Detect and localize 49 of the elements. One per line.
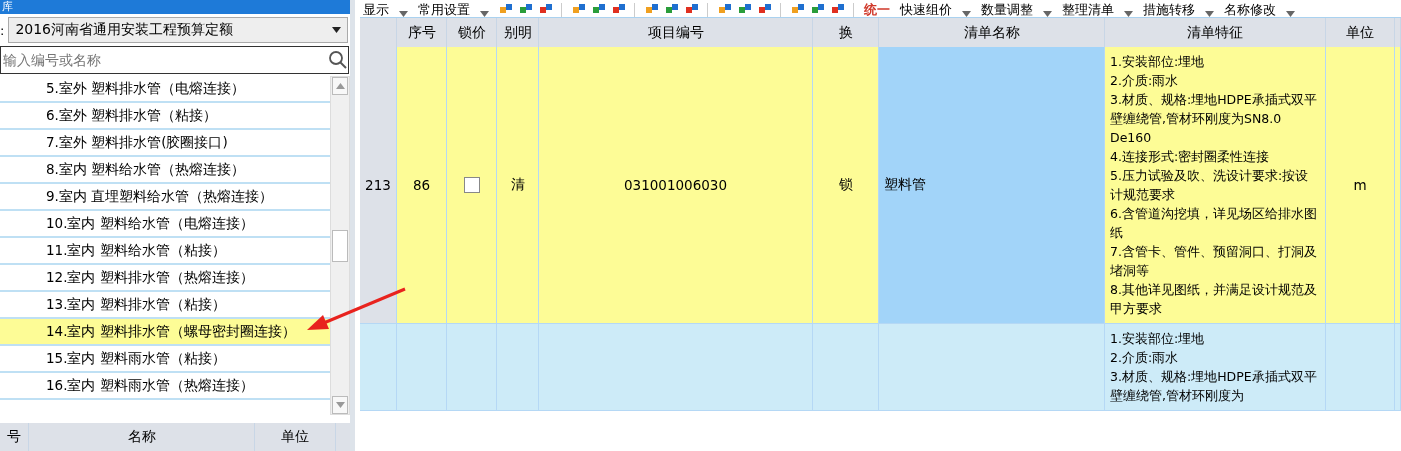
column-header[interactable]: 项目编号 xyxy=(539,18,813,47)
search-field[interactable]: 输入编号或名称 xyxy=(0,46,349,74)
toolbar-menu[interactable]: 快速组价 xyxy=(900,2,952,17)
feature-text: 2.介质:雨水 xyxy=(1110,72,1180,90)
feature-text: 1.安装部位:埋地 xyxy=(1110,330,1206,348)
feature-text: 8.其他详见图纸，并满足设计规范及甲方要求 xyxy=(1110,281,1318,318)
column-header[interactable]: 名称 xyxy=(29,423,255,451)
scroll-down-icon xyxy=(335,402,345,408)
feature-text: 3.材质、规格:埋地HDPE承插式双平壁缠绕管,管材环刚度为SN8.0 De160 xyxy=(1110,91,1318,147)
toolbar-menu[interactable]: 措施转移 xyxy=(1143,2,1195,17)
toolbar-menu[interactable]: 常用设置 xyxy=(418,2,470,17)
feature-text: 4.连接形式:密封圈柔性连接 xyxy=(1110,148,1271,166)
column-header[interactable]: 锁价 xyxy=(447,18,497,47)
feature-text: 2.介质:雨水 xyxy=(1110,349,1180,367)
feature-text: 7.含管卡、管件、预留洞口、打洞及堵洞等 xyxy=(1110,243,1318,280)
table-cell: 塑料管 xyxy=(879,47,1105,324)
feature-text: 3.材质、规格:埋地HDPE承插式双平壁缠绕管,管材环刚度为 xyxy=(1110,368,1318,405)
feature-text: 1.安装部位:埋地 xyxy=(1110,53,1206,71)
scroll-up-icon xyxy=(335,83,345,89)
column-header[interactable]: 清单特征 xyxy=(1105,18,1326,47)
column-header[interactable]: 别明 xyxy=(497,18,539,47)
panel-title: 库 xyxy=(0,0,350,14)
table-cell: 清 xyxy=(497,47,539,324)
row-number: 213 xyxy=(360,47,397,324)
list-item[interactable]: 14.室内 塑料排水管（螺母密封圈连接） xyxy=(0,319,330,346)
column-header[interactable]: 单位 xyxy=(1326,18,1395,47)
table-cell: m xyxy=(1326,47,1395,324)
caret-icon xyxy=(332,27,341,33)
toolbar-menu[interactable]: 名称修改 xyxy=(1224,2,1276,17)
scrollbar[interactable] xyxy=(330,76,350,415)
table-cell: 86 xyxy=(397,47,447,324)
search-icon xyxy=(328,50,348,70)
toolbar-menu[interactable]: 整理清单 xyxy=(1062,2,1114,17)
checkbox[interactable] xyxy=(463,177,480,193)
column-header[interactable]: 号 xyxy=(0,423,29,451)
library-select[interactable]: 2016河南省通用安装工程预算定额 xyxy=(8,17,348,43)
column-header[interactable]: 清单名称 xyxy=(879,18,1105,47)
toolbar-menu[interactable]: 数量调整 xyxy=(981,2,1033,17)
table-cell: 031001006030 xyxy=(539,47,813,324)
table-cell: 锁 xyxy=(813,47,879,324)
column-header[interactable]: 换 xyxy=(813,18,879,47)
toolbar-button[interactable]: 统一 xyxy=(864,2,890,17)
column-header[interactable]: 序号 xyxy=(397,18,447,47)
toolbar-menu[interactable]: 显示 xyxy=(363,2,389,17)
library-label: : xyxy=(0,22,5,38)
feature-text: 5.压力试验及吹、洗设计要求:按设计规范要求 xyxy=(1110,167,1310,204)
column-header[interactable]: 单位 xyxy=(255,423,336,451)
scroll-thumb[interactable] xyxy=(332,229,348,262)
feature-text: 6.含管道沟挖填，详见场区给排水图纸 xyxy=(1110,205,1318,242)
